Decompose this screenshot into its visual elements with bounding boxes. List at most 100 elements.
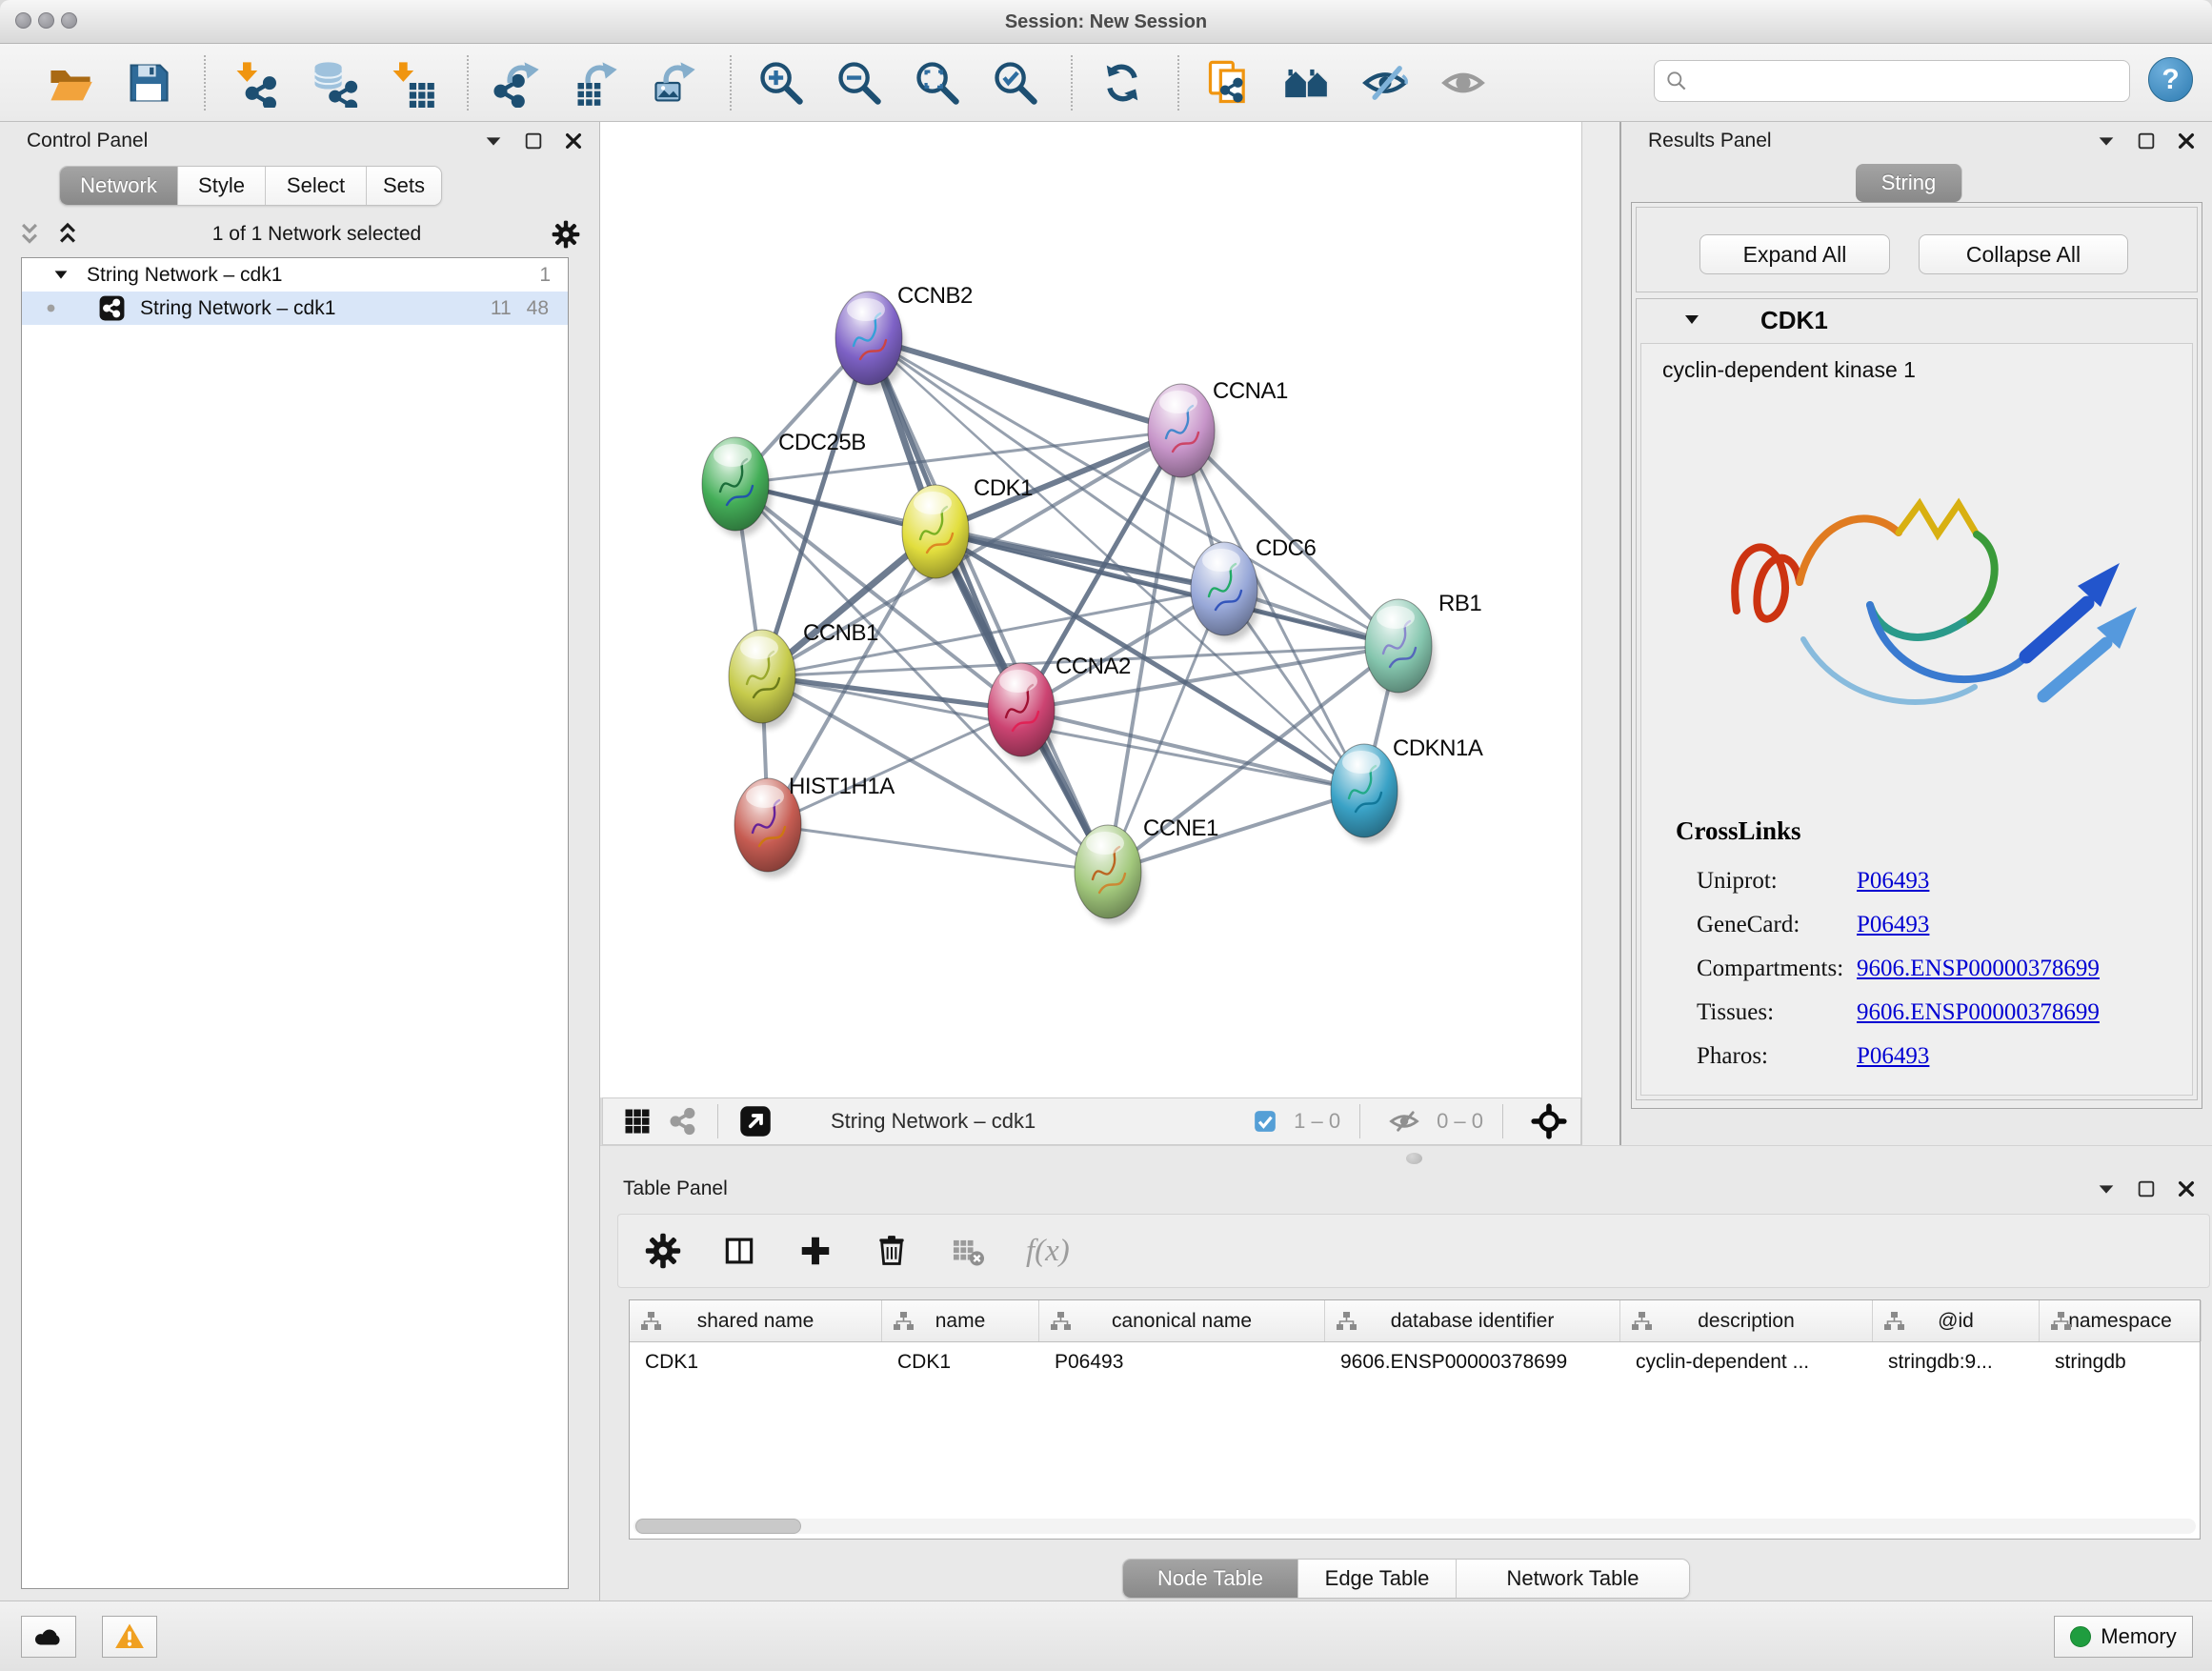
zoom-selected-button[interactable] (991, 58, 1040, 108)
column-header-namespace[interactable]: namespace (2040, 1300, 2202, 1341)
selected-checkbox-icon[interactable] (1253, 1109, 1277, 1134)
zoom-out-button[interactable] (835, 58, 884, 108)
crosslink-row: GeneCard:P06493 (1676, 903, 2177, 947)
horizontal-splitter[interactable] (600, 1145, 2212, 1170)
panel-float-icon[interactable] (2136, 1178, 2157, 1199)
window-close-button[interactable] (15, 12, 31, 29)
delete-column-icon[interactable] (874, 1233, 910, 1269)
window-minimize-button[interactable] (38, 12, 54, 29)
cloud-button[interactable] (21, 1616, 76, 1658)
column-header-shared-name[interactable]: shared name (630, 1300, 882, 1341)
column-header-name[interactable]: name (882, 1300, 1039, 1341)
eye-disabled-button[interactable] (1438, 58, 1488, 108)
column-header-description[interactable]: description (1620, 1300, 1873, 1341)
table-row[interactable]: CDK1CDK1P064939606.ENSP00000378699cyclin… (630, 1342, 2200, 1382)
crosslink-link[interactable]: 9606.ENSP00000378699 (1857, 999, 2100, 1026)
table-hscrollbar[interactable] (633, 1519, 2196, 1534)
zoom-in-button[interactable] (756, 58, 806, 108)
crosslink-label: GeneCard: (1676, 912, 1857, 938)
export-image-button[interactable] (650, 58, 699, 108)
birds-eye-crosshair-icon[interactable] (1531, 1103, 1567, 1139)
tab-network-table[interactable]: Network Table (1457, 1560, 1689, 1598)
delete-table-icon[interactable] (950, 1233, 986, 1269)
export-table-button[interactable] (572, 58, 621, 108)
panel-close-icon[interactable] (2176, 1178, 2197, 1199)
table-cell: cyclin-dependent ... (1620, 1342, 1873, 1382)
collapse-all-button[interactable]: Collapse All (1919, 234, 2128, 274)
panel-close-icon[interactable] (2176, 131, 2197, 151)
tab-style[interactable]: Style (178, 167, 266, 205)
column-header-@id[interactable]: @id (1873, 1300, 2040, 1341)
crosslink-link[interactable]: P06493 (1857, 912, 1929, 938)
toolbar-separator (467, 55, 469, 111)
tab-node-table[interactable]: Node Table (1123, 1560, 1298, 1598)
panel-menu-icon[interactable] (2096, 131, 2117, 151)
vertical-splitter[interactable] (1581, 122, 1621, 1145)
tab-string[interactable]: String (1856, 164, 1962, 202)
expand-all-networks-icon[interactable] (53, 220, 82, 249)
memory-button[interactable]: Memory (2054, 1616, 2193, 1658)
scrollbar-thumb[interactable] (635, 1519, 801, 1534)
node-label-HIST1H1A: HIST1H1A (789, 774, 895, 799)
tab-sets[interactable]: Sets (367, 167, 441, 205)
clone-network-button[interactable] (1204, 58, 1254, 108)
attribute-icon (1882, 1310, 1905, 1333)
network-node-CCNA2[interactable]: CCNA2 (988, 654, 1131, 762)
refresh-button[interactable] (1097, 58, 1147, 108)
network-row-selected[interactable]: String Network – cdk1 11 48 (22, 292, 568, 325)
network-canvas[interactable]: CCNB2 CCNA1 CDC25B CDK1 CDC6 RB1 (600, 122, 1581, 1097)
table-options-gear-icon[interactable] (645, 1233, 681, 1269)
import-network-db-button[interactable] (309, 58, 358, 108)
view-grid-icon[interactable] (623, 1107, 652, 1136)
add-column-icon[interactable] (797, 1233, 834, 1269)
help-button[interactable]: ? (2148, 57, 2193, 102)
attribute-icon (1630, 1310, 1653, 1333)
import-table-button[interactable] (387, 58, 436, 108)
zoom-fit-button[interactable] (913, 58, 962, 108)
tab-network[interactable]: Network (60, 167, 178, 205)
panel-close-icon[interactable] (563, 131, 584, 151)
detach-view-icon[interactable] (738, 1104, 773, 1138)
tab-select[interactable]: Select (266, 167, 367, 205)
splitter-grip[interactable] (1406, 1153, 1422, 1164)
show-columns-icon[interactable] (721, 1233, 757, 1269)
node-label-CDK1: CDK1 (974, 475, 1033, 501)
search-input[interactable] (1695, 61, 2120, 101)
expand-all-button[interactable]: Expand All (1699, 234, 1890, 274)
function-builder-icon[interactable]: f(x) (1026, 1234, 1070, 1269)
network-options-gear-icon[interactable] (552, 220, 580, 249)
save-session-button[interactable] (124, 58, 173, 108)
panel-float-icon[interactable] (523, 131, 544, 151)
export-network-button[interactable] (493, 58, 543, 108)
column-header-label: description (1698, 1310, 1795, 1333)
collapse-all-networks-icon[interactable] (15, 220, 44, 249)
crosslink-link[interactable]: P06493 (1857, 1043, 1929, 1070)
open-session-button[interactable] (46, 58, 95, 108)
hide-selected-eye-button[interactable] (1360, 58, 1410, 108)
network-collection-row[interactable]: String Network – cdk1 1 (22, 258, 568, 292)
warnings-button[interactable] (102, 1616, 157, 1658)
string-houses-button[interactable] (1282, 58, 1332, 108)
network-node-CDKN1A[interactable]: CDKN1A (1331, 735, 1483, 843)
hidden-eye-icon[interactable] (1388, 1105, 1420, 1137)
tab-edge-table[interactable]: Edge Table (1298, 1560, 1457, 1598)
section-collapse-icon[interactable] (1680, 309, 1703, 332)
view-network-icon[interactable] (669, 1107, 697, 1136)
node-label-CCNB2: CCNB2 (897, 283, 973, 309)
panel-menu-icon[interactable] (2096, 1178, 2117, 1199)
network-node-RB1[interactable]: RB1 (1365, 591, 1481, 698)
panel-menu-icon[interactable] (483, 131, 504, 151)
column-header-label: database identifier (1391, 1310, 1555, 1333)
network-node-CCNE1[interactable]: CCNE1 (1075, 815, 1218, 924)
network-node-CCNB2[interactable]: CCNB2 (835, 283, 973, 391)
network-node-HIST1H1A[interactable]: HIST1H1A (734, 774, 895, 877)
crosslink-link[interactable]: 9606.ENSP00000378699 (1857, 956, 2100, 982)
window-zoom-button[interactable] (61, 12, 77, 29)
panel-float-icon[interactable] (2136, 131, 2157, 151)
column-header-canonical-name[interactable]: canonical name (1039, 1300, 1325, 1341)
protein-section-header[interactable]: CDK1 (1637, 299, 2197, 341)
import-network-file-button[interactable] (231, 58, 280, 108)
crosslink-link[interactable]: P06493 (1857, 868, 1929, 895)
column-header-database-identifier[interactable]: database identifier (1325, 1300, 1620, 1341)
collection-expand-icon[interactable] (50, 265, 71, 286)
